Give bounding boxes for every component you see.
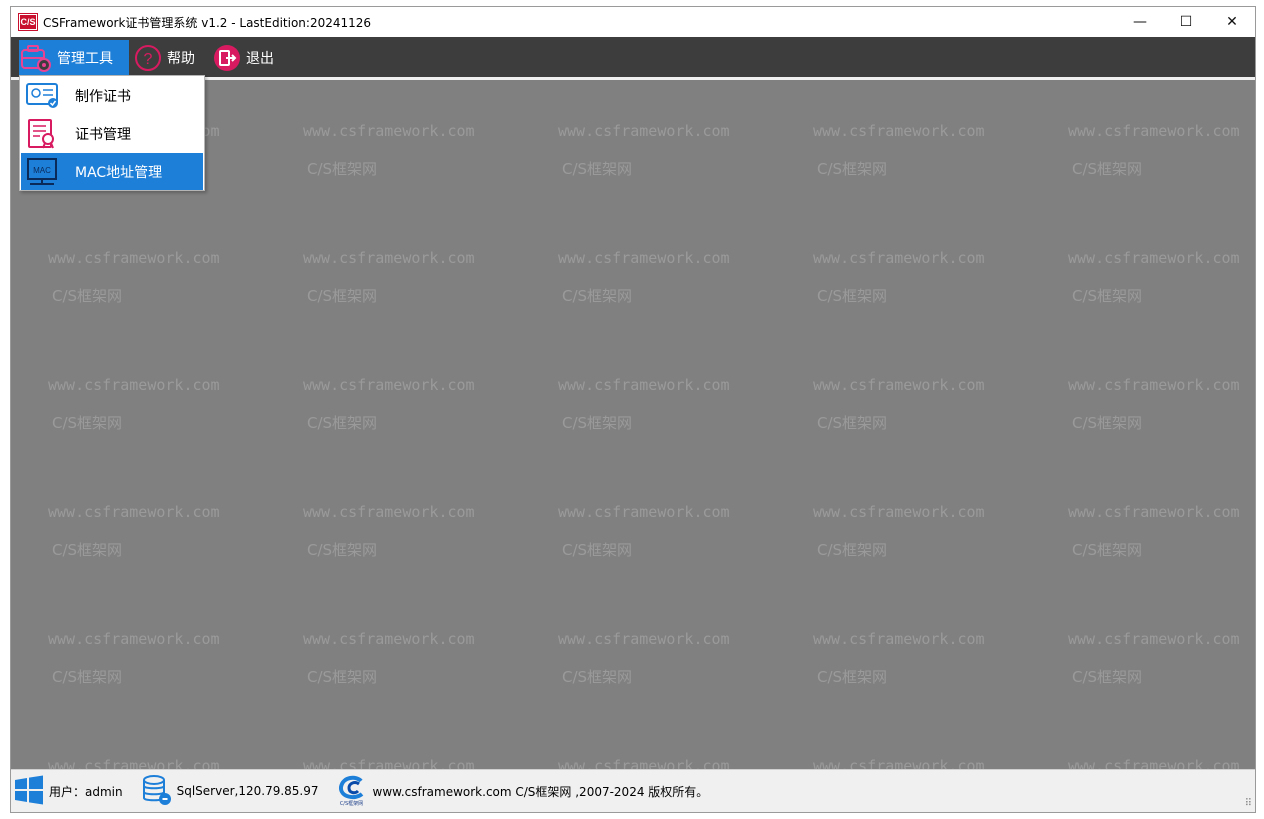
database-icon <box>141 774 173 809</box>
resize-grip-icon[interactable]: ⠿ <box>1245 798 1252 809</box>
watermark-url: www.csframework.com <box>48 503 220 521</box>
watermark-url: www.csframework.com <box>558 122 730 140</box>
watermark-name: C/S框架网 <box>1072 160 1143 178</box>
window-title: CSFramework证书管理系统 v1.2 - LastEdition:202… <box>43 15 372 30</box>
watermark-url: www.csframework.com <box>1068 503 1240 521</box>
certificate-create-icon <box>25 81 61 111</box>
watermark-name: C/S框架网 <box>52 414 123 432</box>
mac-monitor-icon: MAC <box>25 157 61 187</box>
watermark-name: C/S框架网 <box>562 287 633 305</box>
watermark-name: C/S框架网 <box>307 287 378 305</box>
watermark-name: C/S框架网 <box>817 414 888 432</box>
manage-tools-dropdown: 制作证书 证书管理 MAC MAC地址管理 <box>19 75 205 191</box>
watermark-name: C/S框架网 <box>562 541 633 559</box>
watermark-url: www.csframework.com <box>813 249 985 267</box>
title-bar[interactable]: C/S CSFramework证书管理系统 v1.2 - LastEdition… <box>11 7 1255 37</box>
status-database: SqlServer,120.79.85.97 <box>141 774 319 809</box>
status-bar: 用户：admin SqlServer,120.79.85.97 C/S框架网 w… <box>11 769 1255 812</box>
menu-item-certificate-management[interactable]: 证书管理 <box>21 115 203 152</box>
toolbox-icon <box>19 43 53 73</box>
watermark-name: C/S框架网 <box>307 160 378 178</box>
watermark-url: www.csframework.com <box>48 249 220 267</box>
watermark-url: www.csframework.com <box>558 376 730 394</box>
watermark-url: www.csframework.com <box>813 376 985 394</box>
menu-item-create-certificate[interactable]: 制作证书 <box>21 77 203 114</box>
watermark-name: C/S框架网 <box>1072 541 1143 559</box>
watermark-url: www.csframework.com <box>558 503 730 521</box>
svg-text:?: ? <box>144 51 153 68</box>
watermark-url: www.csframework.com <box>558 630 730 648</box>
watermark-name: C/S框架网 <box>52 668 123 686</box>
menu-item-create-certificate-label: 制作证书 <box>75 88 131 105</box>
watermark-url: www.csframework.com <box>1068 122 1240 140</box>
watermark-url: www.csframework.com <box>303 503 475 521</box>
watermark-url: www.csframework.com <box>813 122 985 140</box>
watermark-name: C/S框架网 <box>52 287 123 305</box>
watermark-url: www.csframework.com <box>303 630 475 648</box>
menu-help-label: 帮助 <box>167 50 195 67</box>
status-database-text: SqlServer,120.79.85.97 <box>176 784 319 798</box>
menu-manage-tools-label: 管理工具 <box>57 50 113 67</box>
watermark-name: C/S框架网 <box>817 287 888 305</box>
watermark-url: www.csframework.com <box>813 630 985 648</box>
watermark-name: C/S框架网 <box>307 541 378 559</box>
watermark-name: C/S框架网 <box>1072 414 1143 432</box>
menu-manage-tools[interactable]: 管理工具 <box>19 40 129 75</box>
svg-text:MAC: MAC <box>33 166 51 175</box>
menu-item-mac-address-management[interactable]: MAC MAC地址管理 <box>21 153 203 190</box>
watermark-name: C/S框架网 <box>562 668 633 686</box>
app-logo-icon: C/S <box>19 14 37 30</box>
watermark-url: www.csframework.com <box>1068 376 1240 394</box>
watermark-url: www.csframework.com <box>303 122 475 140</box>
status-user-text: 用户：admin <box>49 784 123 799</box>
watermark-name: C/S框架网 <box>1072 668 1143 686</box>
help-circle-icon: ? <box>133 43 163 73</box>
close-button[interactable]: ✕ <box>1209 7 1255 37</box>
menu-item-certificate-management-label: 证书管理 <box>75 126 131 143</box>
watermark-url: www.csframework.com <box>303 376 475 394</box>
minimize-button[interactable]: — <box>1117 7 1163 37</box>
menu-help[interactable]: ? 帮助 <box>133 40 209 75</box>
menu-exit[interactable]: 退出 <box>212 40 288 75</box>
watermark-name: C/S框架网 <box>52 541 123 559</box>
watermark-url: www.csframework.com <box>48 376 220 394</box>
app-window: C/S CSFramework证书管理系统 v1.2 - LastEdition… <box>10 6 1256 813</box>
watermark-name: C/S框架网 <box>562 160 633 178</box>
windows-logo-icon <box>13 774 45 809</box>
watermark-name: C/S框架网 <box>307 668 378 686</box>
watermark-name: C/S框架网 <box>1072 287 1143 305</box>
exit-icon <box>212 43 242 73</box>
status-copyright: C/S框架网 www.csframework.com C/S框架网 ,2007-… <box>337 775 709 807</box>
logo-caption: C/S框架网 <box>339 801 364 807</box>
watermark-name: C/S框架网 <box>817 160 888 178</box>
watermark-name: C/S框架网 <box>307 414 378 432</box>
csframework-logo-icon: C/S框架网 <box>337 775 367 807</box>
watermark-url: www.csframework.com <box>1068 249 1240 267</box>
watermark-url: www.csframework.com <box>558 249 730 267</box>
watermark-url: www.csframework.com <box>813 503 985 521</box>
watermark-url: www.csframework.com <box>1068 630 1240 648</box>
status-copyright-text: www.csframework.com C/S框架网 ,2007-2024 版权… <box>372 784 709 799</box>
menu-bar: 管理工具 ? 帮助 退出 <box>11 37 1255 80</box>
maximize-button[interactable]: ☐ <box>1163 7 1209 37</box>
watermark-name: C/S框架网 <box>562 414 633 432</box>
menu-item-mac-address-management-label: MAC地址管理 <box>75 164 163 181</box>
status-user: 用户：admin <box>13 774 123 809</box>
certificate-manage-icon <box>25 118 61 149</box>
watermark-name: C/S框架网 <box>817 668 888 686</box>
menu-exit-label: 退出 <box>246 50 274 67</box>
watermark-url: www.csframework.com <box>303 249 475 267</box>
watermark-name: C/S框架网 <box>817 541 888 559</box>
watermark-url: www.csframework.com <box>48 630 220 648</box>
